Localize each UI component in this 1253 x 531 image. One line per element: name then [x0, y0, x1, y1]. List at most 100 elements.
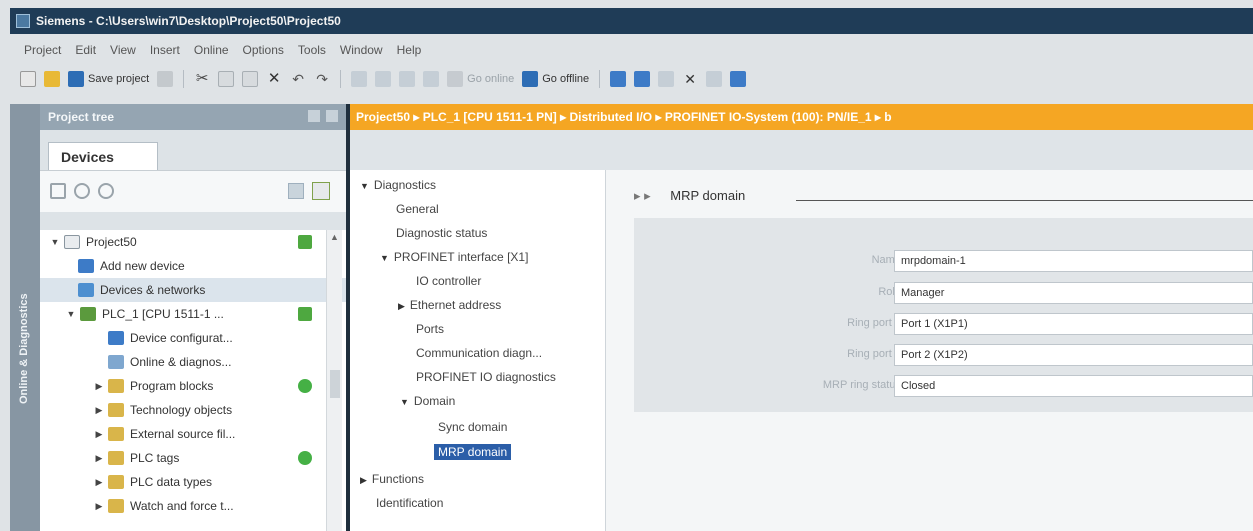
tree-options-icon[interactable]	[312, 182, 330, 200]
save-icon[interactable]	[68, 71, 84, 87]
tree-item-program-blocks[interactable]: ▶ Program blocks	[40, 374, 346, 398]
menu-tools[interactable]: Tools	[298, 43, 326, 57]
nav-profinet-io-diagnostics[interactable]: PROFINET IO diagnostics	[416, 370, 556, 384]
tree-item-plc1[interactable]: ▼ PLC_1 [CPU 1511-1 ...	[40, 302, 346, 326]
nav-functions[interactable]: ▶ Functions	[360, 472, 424, 486]
tree-item-device-configuration[interactable]: Device configurat...	[40, 326, 346, 350]
menu-project[interactable]: Project	[24, 43, 61, 57]
menu-online[interactable]: Online	[194, 43, 229, 57]
nav-diagnostic-status[interactable]: Diagnostic status	[396, 226, 487, 240]
save-project-button[interactable]: Save project	[88, 73, 149, 85]
tab-devices[interactable]: Devices	[48, 142, 158, 170]
go-online-button[interactable]: Go online	[467, 73, 514, 85]
tree-item-plc-data-types[interactable]: ▶ PLC data types	[40, 470, 346, 494]
tree-item-add-new-device[interactable]: Add new device	[40, 254, 346, 278]
nav-io-controller[interactable]: IO controller	[416, 274, 481, 288]
tree-item-online-diagnostics[interactable]: Online & diagnos...	[40, 350, 346, 374]
menu-options[interactable]: Options	[243, 43, 284, 57]
field-ring-port-2: Ring port 2: Port 2 (X1P2)	[634, 344, 1253, 366]
nav-identification[interactable]: Identification	[376, 496, 443, 510]
menu-insert[interactable]: Insert	[150, 43, 180, 57]
collapse-arrow-icon[interactable]: ▼	[400, 397, 409, 407]
nav-general[interactable]: General	[396, 202, 439, 216]
tree-item-technology-objects[interactable]: ▶ Technology objects	[40, 398, 346, 422]
new-group-icon[interactable]	[50, 183, 66, 199]
nav-ethernet-address[interactable]: ▶ Ethernet address	[398, 298, 501, 312]
close-icon[interactable]: ✕	[682, 71, 698, 87]
expand-arrow-icon[interactable]: ▼	[50, 237, 60, 247]
expand-arrow-icon[interactable]: ▶	[94, 381, 104, 392]
paste-icon[interactable]	[242, 71, 259, 87]
compile-icon[interactable]	[351, 71, 368, 87]
download-icon[interactable]	[375, 71, 392, 87]
status-ok-icon	[298, 235, 312, 249]
mrp-domain-content: ▸ ▸ MRP domain Name: mrpdomain-1 Role: M…	[606, 170, 1253, 531]
expand-arrow-icon[interactable]: ▶	[94, 429, 104, 440]
go-offline-button[interactable]: Go offline	[542, 73, 589, 85]
tree-item-project50[interactable]: ▼ Project50	[40, 230, 346, 254]
nav-diagnostics[interactable]: ▼ Diagnostics	[360, 178, 436, 192]
new-project-icon[interactable]	[20, 71, 36, 87]
stop-cpu-icon[interactable]	[658, 71, 675, 87]
sync-icon[interactable]	[98, 183, 114, 199]
accessible-devices-icon[interactable]	[610, 71, 627, 87]
pin-icon[interactable]	[308, 110, 320, 122]
section-collapse-icon[interactable]: ▸ ▸	[634, 188, 651, 203]
cut-icon[interactable]: ✂	[194, 71, 210, 87]
role-field[interactable]: Manager	[894, 282, 1253, 304]
redo-icon[interactable]: ↷	[314, 71, 330, 87]
menu-window[interactable]: Window	[340, 43, 383, 57]
go-offline-icon[interactable]	[522, 71, 539, 87]
expand-arrow-icon[interactable]: ▶	[94, 453, 104, 464]
expand-arrow-icon[interactable]: ▼	[66, 309, 76, 319]
online-diagnostics-side-tab[interactable]: Online & Diagnostics	[10, 104, 40, 531]
nav-sync-domain[interactable]: Sync domain	[438, 420, 507, 434]
refresh-icon[interactable]	[74, 183, 90, 199]
tree-item-watch-force[interactable]: ▶ Watch and force t...	[40, 494, 346, 518]
section-header[interactable]: ▸ ▸ MRP domain	[634, 188, 745, 204]
ring-port-2-field[interactable]: Port 2 (X1P2)	[894, 344, 1253, 366]
expand-arrow-icon[interactable]: ▶	[94, 501, 104, 512]
split-vertical-icon[interactable]	[730, 71, 747, 87]
menu-view[interactable]: View	[110, 43, 136, 57]
expand-arrow-icon[interactable]: ▶	[94, 405, 104, 416]
collapse-arrow-icon[interactable]: ▼	[360, 181, 369, 191]
tree-scrollbar[interactable]: ▲	[326, 230, 342, 531]
nav-domain[interactable]: ▼ Domain	[400, 394, 455, 408]
simulation-icon[interactable]	[423, 71, 440, 87]
tree-item-external-sources[interactable]: ▶ External source fil...	[40, 422, 346, 446]
menu-help[interactable]: Help	[397, 43, 422, 57]
nav-profinet-interface[interactable]: ▼ PROFINET interface [X1]	[380, 250, 528, 264]
start-cpu-icon[interactable]	[634, 71, 651, 87]
undo-icon[interactable]: ↶	[290, 71, 306, 87]
overview-icon[interactable]	[288, 183, 304, 199]
nav-mrp-domain[interactable]: MRP domain	[434, 444, 512, 460]
collapse-arrow-icon[interactable]: ▼	[380, 253, 389, 263]
side-tab-label: Online & Diagnostics	[18, 293, 30, 404]
delete-icon[interactable]: ✕	[266, 71, 282, 87]
mrp-ring-status-field[interactable]: Closed	[894, 375, 1253, 397]
menu-edit[interactable]: Edit	[75, 43, 96, 57]
tree-item-plc-tags[interactable]: ▶ PLC tags	[40, 446, 346, 470]
collapse-panel-icon[interactable]	[326, 110, 338, 122]
open-folder-icon[interactable]	[44, 71, 60, 87]
split-horizontal-icon[interactable]	[706, 71, 723, 87]
ring-port-1-field[interactable]: Port 1 (X1P1)	[894, 313, 1253, 335]
name-field[interactable]: mrpdomain-1	[894, 250, 1253, 272]
print-icon[interactable]	[157, 71, 174, 87]
expand-arrow-icon[interactable]: ▶	[94, 477, 104, 488]
tree-item-label: PLC tags	[130, 451, 180, 465]
plc-icon	[80, 307, 96, 321]
scroll-up-icon[interactable]: ▲	[330, 232, 339, 242]
scroll-thumb[interactable]	[330, 370, 340, 398]
expand-arrow-icon[interactable]: ▶	[398, 301, 405, 311]
go-online-icon[interactable]	[447, 71, 464, 87]
expand-arrow-icon[interactable]: ▶	[360, 475, 367, 485]
status-online-icon	[298, 451, 312, 465]
nav-communication-diagnostics[interactable]: Communication diagn...	[416, 346, 542, 360]
copy-icon[interactable]	[218, 71, 235, 87]
upload-icon[interactable]	[399, 71, 416, 87]
tree-item-devices-networks[interactable]: Devices & networks	[40, 278, 346, 302]
project-icon	[64, 235, 80, 249]
nav-ports[interactable]: Ports	[416, 322, 444, 336]
